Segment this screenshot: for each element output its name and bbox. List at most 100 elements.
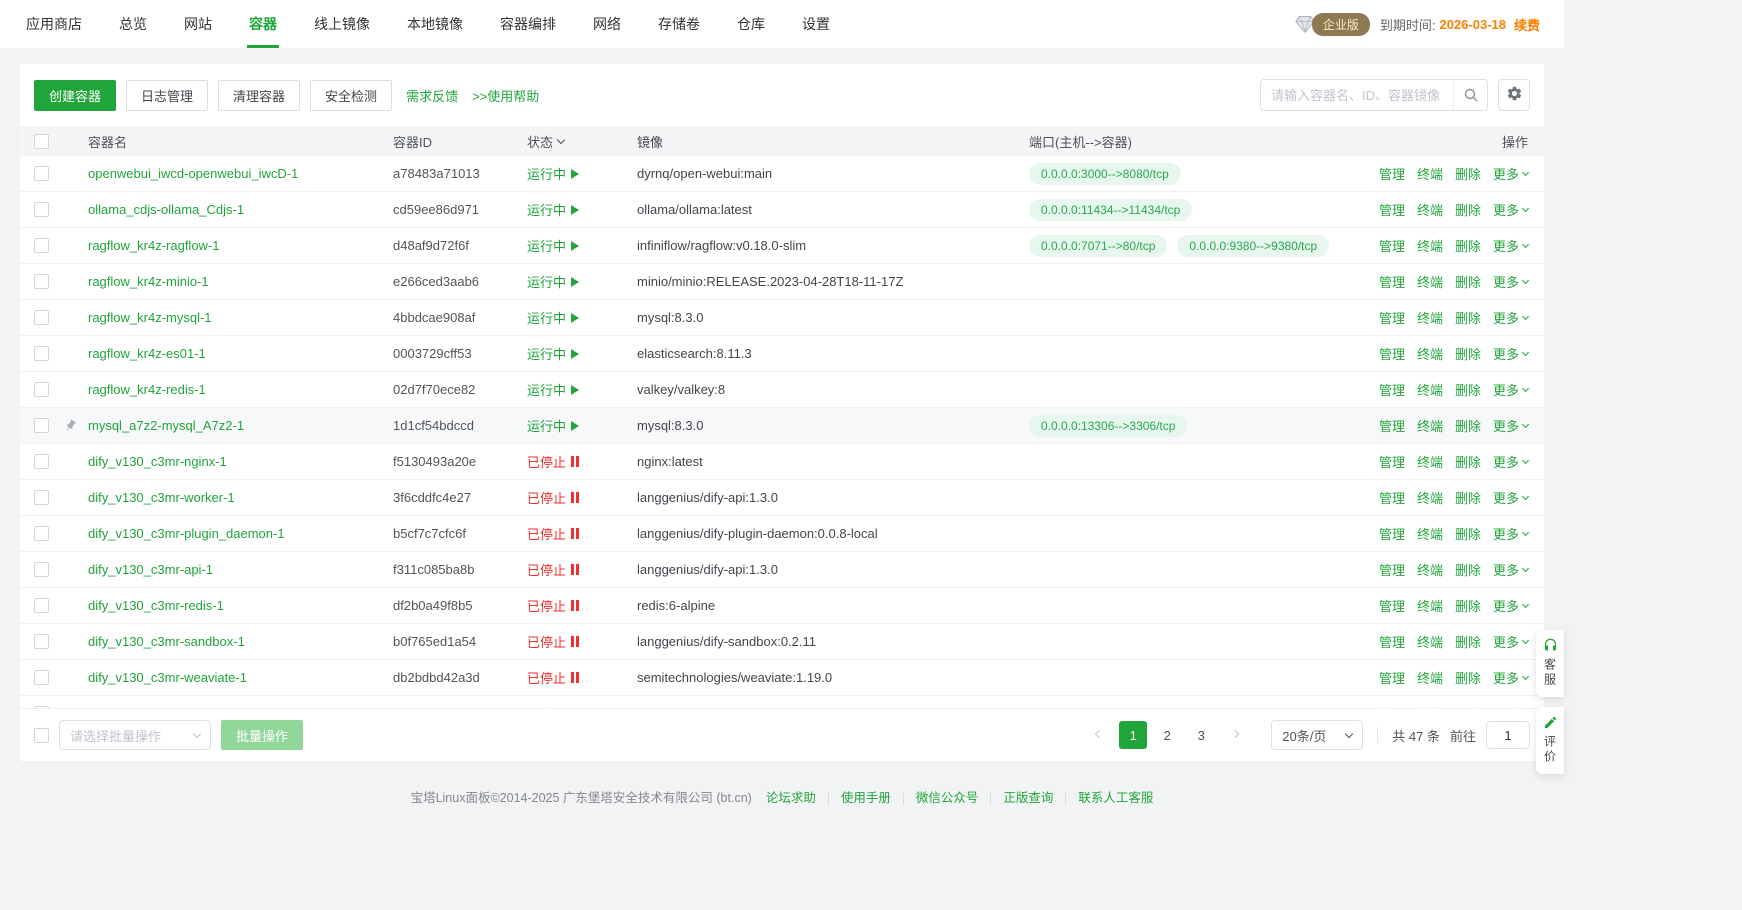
nav-tab[interactable]: 仓库 bbox=[735, 0, 767, 48]
more-action[interactable]: 更多 bbox=[1493, 200, 1528, 219]
goto-page-input[interactable] bbox=[1486, 721, 1530, 749]
container-name-link[interactable]: openwebui_iwcd-openwebui_iwcD-1 bbox=[88, 166, 298, 181]
terminal-action[interactable]: 终端 bbox=[1417, 452, 1443, 471]
footer-link[interactable]: 使用手册 bbox=[841, 791, 891, 805]
delete-action[interactable]: 删除 bbox=[1455, 236, 1481, 255]
delete-action[interactable]: 删除 bbox=[1455, 200, 1481, 219]
help-link[interactable]: >>使用帮助 bbox=[472, 86, 539, 105]
batch-select-all-checkbox[interactable] bbox=[34, 728, 49, 743]
nav-tab[interactable]: 网站 bbox=[182, 0, 214, 48]
rate-widget[interactable]: 评价 bbox=[1536, 707, 1564, 774]
row-checkbox[interactable] bbox=[34, 418, 49, 433]
terminal-action[interactable]: 终端 bbox=[1417, 416, 1443, 435]
page-button[interactable]: 2 bbox=[1153, 721, 1181, 749]
container-name-link[interactable]: dify_v130_c3mr-weaviate-1 bbox=[88, 670, 247, 685]
delete-action[interactable]: 删除 bbox=[1455, 668, 1481, 687]
delete-action[interactable]: 删除 bbox=[1455, 308, 1481, 327]
more-action[interactable]: 更多 bbox=[1493, 416, 1528, 435]
page-button[interactable]: 1 bbox=[1119, 721, 1147, 749]
container-name-link[interactable]: ollama_cdjs-ollama_Cdjs-1 bbox=[88, 202, 244, 217]
terminal-action[interactable]: 终端 bbox=[1417, 524, 1443, 543]
manage-action[interactable]: 管理 bbox=[1379, 344, 1405, 363]
more-action[interactable]: 更多 bbox=[1493, 344, 1528, 363]
manage-action[interactable]: 管理 bbox=[1379, 524, 1405, 543]
container-name-link[interactable]: dify_v130_c3mr-redis-1 bbox=[88, 598, 224, 613]
page-button[interactable]: 3 bbox=[1187, 721, 1215, 749]
settings-button[interactable] bbox=[1498, 79, 1530, 111]
container-name-link[interactable]: ragflow_kr4z-redis-1 bbox=[88, 382, 206, 397]
nav-tab[interactable]: 容器编排 bbox=[498, 0, 558, 48]
delete-action[interactable]: 删除 bbox=[1455, 488, 1481, 507]
footer-link[interactable]: 正版查询 bbox=[1003, 791, 1053, 805]
search-icon[interactable] bbox=[1453, 80, 1487, 110]
manage-action[interactable]: 管理 bbox=[1379, 632, 1405, 651]
page-size-select[interactable]: 20条/页 bbox=[1271, 720, 1363, 750]
security-check-button[interactable]: 安全检测 bbox=[310, 80, 392, 111]
manage-action[interactable]: 管理 bbox=[1379, 380, 1405, 399]
clean-containers-button[interactable]: 清理容器 bbox=[218, 80, 300, 111]
terminal-action[interactable]: 终端 bbox=[1417, 272, 1443, 291]
nav-tab[interactable]: 总览 bbox=[117, 0, 149, 48]
nav-tab[interactable]: 存储卷 bbox=[656, 0, 702, 48]
manage-action[interactable]: 管理 bbox=[1379, 668, 1405, 687]
terminal-action[interactable]: 终端 bbox=[1417, 560, 1443, 579]
more-action[interactable]: 更多 bbox=[1493, 308, 1528, 327]
delete-action[interactable]: 删除 bbox=[1455, 524, 1481, 543]
delete-action[interactable]: 删除 bbox=[1455, 632, 1481, 651]
delete-action[interactable]: 删除 bbox=[1455, 380, 1481, 399]
row-checkbox[interactable] bbox=[34, 706, 49, 708]
manage-action[interactable]: 管理 bbox=[1379, 704, 1405, 708]
support-widget[interactable]: 客服 bbox=[1536, 630, 1564, 697]
more-action[interactable]: 更多 bbox=[1493, 524, 1528, 543]
manage-action[interactable]: 管理 bbox=[1379, 596, 1405, 615]
container-name-link[interactable]: dify_v130_c3mr-sandbox-1 bbox=[88, 634, 245, 649]
container-name-link[interactable]: mysql_a7z2-mysql_A7z2-1 bbox=[88, 418, 244, 433]
more-action[interactable]: 更多 bbox=[1493, 632, 1528, 651]
nav-tab[interactable]: 本地镜像 bbox=[405, 0, 465, 48]
more-action[interactable]: 更多 bbox=[1493, 380, 1528, 399]
terminal-action[interactable]: 终端 bbox=[1417, 380, 1443, 399]
container-name-link[interactable]: dify_v130_c3mr-worker-1 bbox=[88, 490, 235, 505]
row-checkbox[interactable] bbox=[34, 634, 49, 649]
delete-action[interactable]: 删除 bbox=[1455, 704, 1481, 708]
container-name-link[interactable]: dify_v130_c3mr-api-1 bbox=[88, 562, 213, 577]
row-checkbox[interactable] bbox=[34, 274, 49, 289]
row-checkbox[interactable] bbox=[34, 670, 49, 685]
more-action[interactable]: 更多 bbox=[1493, 488, 1528, 507]
delete-action[interactable]: 删除 bbox=[1455, 164, 1481, 183]
delete-action[interactable]: 删除 bbox=[1455, 560, 1481, 579]
log-management-button[interactable]: 日志管理 bbox=[126, 80, 208, 111]
delete-action[interactable]: 删除 bbox=[1455, 452, 1481, 471]
row-checkbox[interactable] bbox=[34, 454, 49, 469]
more-action[interactable]: 更多 bbox=[1493, 452, 1528, 471]
delete-action[interactable]: 删除 bbox=[1455, 596, 1481, 615]
manage-action[interactable]: 管理 bbox=[1379, 416, 1405, 435]
delete-action[interactable]: 删除 bbox=[1455, 344, 1481, 363]
more-action[interactable]: 更多 bbox=[1493, 164, 1528, 183]
container-name-link[interactable]: dify_v130_c3mr-nginx-1 bbox=[88, 454, 227, 469]
more-action[interactable]: 更多 bbox=[1493, 272, 1528, 291]
container-name-link[interactable]: dify_v130_c3mr-web-1 bbox=[88, 706, 220, 708]
manage-action[interactable]: 管理 bbox=[1379, 200, 1405, 219]
terminal-action[interactable]: 终端 bbox=[1417, 596, 1443, 615]
more-action[interactable]: 更多 bbox=[1493, 704, 1528, 708]
row-checkbox[interactable] bbox=[34, 346, 49, 361]
manage-action[interactable]: 管理 bbox=[1379, 560, 1405, 579]
select-all-checkbox[interactable] bbox=[34, 134, 49, 149]
manage-action[interactable]: 管理 bbox=[1379, 164, 1405, 183]
prev-page-button[interactable] bbox=[1085, 721, 1113, 749]
row-checkbox[interactable] bbox=[34, 526, 49, 541]
terminal-action[interactable]: 终端 bbox=[1417, 308, 1443, 327]
manage-action[interactable]: 管理 bbox=[1379, 488, 1405, 507]
row-checkbox[interactable] bbox=[34, 490, 49, 505]
manage-action[interactable]: 管理 bbox=[1379, 452, 1405, 471]
more-action[interactable]: 更多 bbox=[1493, 236, 1528, 255]
more-action[interactable]: 更多 bbox=[1493, 560, 1528, 579]
nav-tab[interactable]: 网络 bbox=[591, 0, 623, 48]
batch-operation-button[interactable]: 批量操作 bbox=[221, 720, 303, 750]
feedback-link[interactable]: 需求反馈 bbox=[406, 86, 458, 105]
terminal-action[interactable]: 终端 bbox=[1417, 488, 1443, 507]
footer-link[interactable]: 论坛求助 bbox=[766, 791, 816, 805]
more-action[interactable]: 更多 bbox=[1493, 596, 1528, 615]
more-action[interactable]: 更多 bbox=[1493, 668, 1528, 687]
